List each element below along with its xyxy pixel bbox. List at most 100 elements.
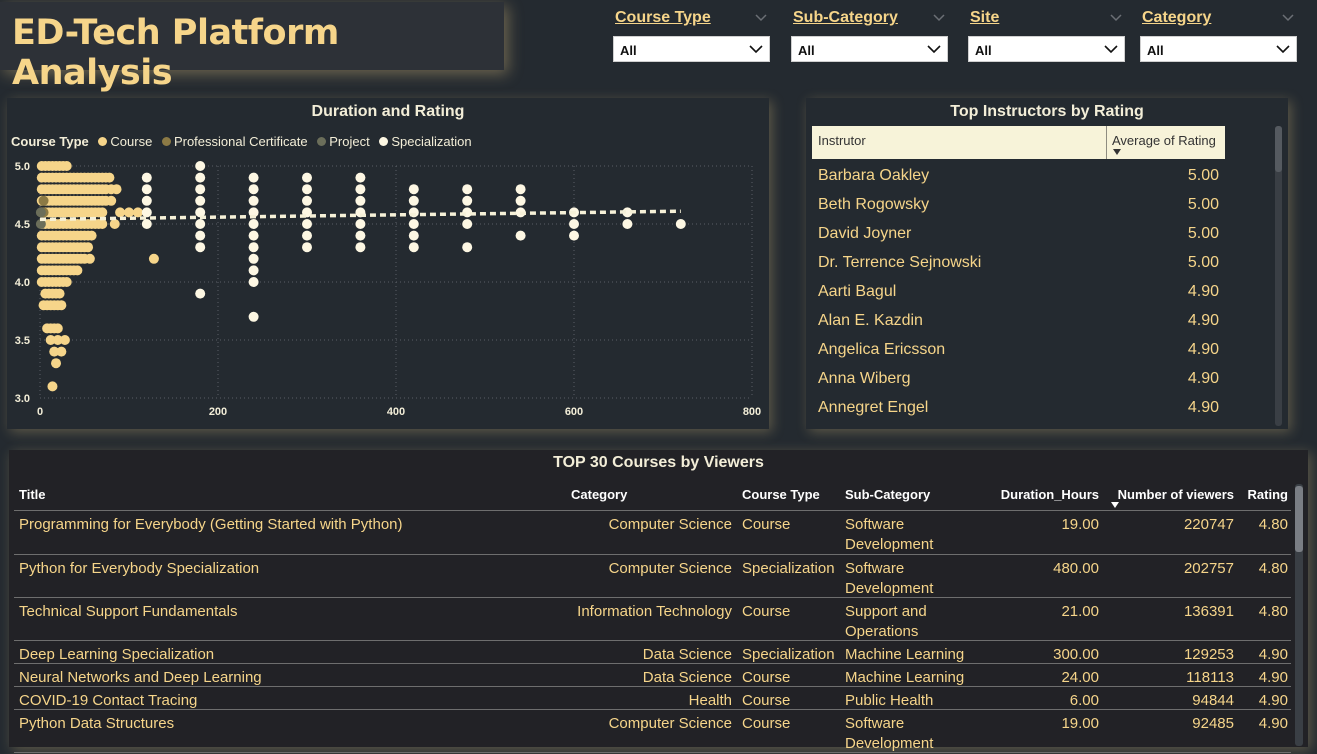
course-duration: 24.00: [1061, 669, 1099, 686]
table-row[interactable]: Beth Rogowsky 5.00: [812, 188, 1225, 217]
instructor-name: Beth Rogowsky: [818, 196, 930, 213]
data-point: [248, 311, 259, 322]
course-rating: 4.80: [1258, 516, 1288, 533]
instructor-name: Barbara Oakley: [818, 167, 930, 184]
course-duration: 19.00: [1061, 715, 1099, 732]
data-point: [195, 195, 206, 206]
data-point: [72, 265, 83, 276]
column-header-instructor[interactable]: Instrutor: [818, 133, 866, 148]
scrollbar-thumb[interactable]: [1275, 126, 1282, 172]
column-header-label: Average of Rating: [1112, 133, 1216, 148]
column-header-viewers[interactable]: Number of viewers: [1109, 487, 1234, 502]
data-point: [675, 219, 686, 229]
column-header-course-type[interactable]: Course Type: [742, 487, 820, 502]
course-viewers: 92485: [1192, 715, 1234, 732]
course-category: Computer Science: [608, 516, 732, 533]
data-point: [462, 195, 473, 206]
data-point: [47, 381, 58, 392]
instructor-rating: 5.00: [1187, 225, 1219, 242]
course-title: Python Data Structures: [19, 715, 175, 732]
course-category: Information Technology: [577, 603, 732, 620]
table-row[interactable]: Dr. Terrence Sejnowski 5.00: [812, 246, 1225, 275]
data-point: [248, 172, 259, 183]
table-row[interactable]: Aarti Bagul 4.90: [812, 275, 1225, 304]
table-row[interactable]: Deep Learning Specialization Data Science…: [14, 641, 1291, 664]
instructor-name: Aarti Bagul: [818, 283, 897, 300]
data-point: [35, 207, 46, 218]
data-point: [84, 253, 95, 264]
course-viewers: 94844: [1192, 692, 1234, 709]
course-sub-category: Software Development: [845, 715, 934, 752]
column-header-rating[interactable]: Average of Rating: [1106, 126, 1225, 159]
column-header-sub-category[interactable]: Sub-Category: [845, 487, 985, 502]
course-viewers: 220747: [1183, 516, 1234, 533]
course-category: Computer Science: [608, 560, 732, 577]
column-header-title[interactable]: Title: [19, 487, 46, 502]
table-header: Title Category Course Type Sub-Category …: [14, 480, 1291, 511]
data-point: [248, 184, 259, 195]
data-point: [97, 219, 108, 229]
table-row[interactable]: Programming for Everybody (Getting Start…: [14, 511, 1291, 555]
data-point: [141, 172, 152, 183]
instructor-rating: 5.00: [1187, 196, 1219, 213]
courses-table: Title Category Course Type Sub-Category …: [14, 480, 1291, 753]
table-row[interactable]: Neural Networks and Deep Learning Data Sc…: [14, 664, 1291, 687]
instructors-table: Instrutor Average of Rating Barbara Oakl…: [812, 126, 1225, 420]
data-point: [622, 219, 633, 229]
course-type: Course: [742, 715, 791, 732]
table-row[interactable]: Annegret Engel 4.90: [812, 391, 1225, 420]
column-header-duration[interactable]: Duration_Hours: [994, 487, 1099, 502]
course-rating: 4.90: [1258, 669, 1288, 686]
course-viewers: 136391: [1183, 603, 1234, 620]
table-row[interactable]: COVID-19 Contact Tracing Health Course Publ…: [14, 687, 1291, 710]
course-title: Technical Support Fundamentals: [19, 603, 238, 620]
table-row[interactable]: Python for Everybody Specialization Compu…: [14, 555, 1291, 598]
course-type: Specialization: [742, 646, 835, 663]
x-tick-label: 800: [743, 406, 761, 418]
data-point: [515, 195, 526, 206]
scrollbar-thumb[interactable]: [1295, 486, 1303, 552]
table-row[interactable]: Technical Support Fundamentals Informatio…: [14, 598, 1291, 641]
data-point: [54, 288, 65, 299]
course-rating: 4.90: [1258, 646, 1288, 663]
data-point: [97, 207, 108, 218]
data-point: [462, 242, 473, 253]
course-title: Programming for Everybody (Getting Start…: [19, 516, 403, 533]
course-duration: 19.00: [1061, 516, 1099, 533]
data-point: [462, 184, 473, 195]
table-row[interactable]: Barbara Oakley 5.00: [812, 159, 1225, 188]
data-point: [195, 242, 206, 253]
table-header: Instrutor Average of Rating: [812, 126, 1225, 159]
data-point: [51, 358, 62, 369]
x-tick-label: 400: [387, 406, 405, 418]
y-tick-label: 4.5: [15, 219, 30, 231]
instructor-name: Alan E. Kazdin: [818, 312, 923, 329]
table-row[interactable]: Anna Wiberg 4.90: [812, 362, 1225, 391]
course-duration: 480.00: [1053, 560, 1099, 577]
table-row[interactable]: Angelica Ericsson 4.90: [812, 333, 1225, 362]
data-point: [462, 219, 473, 229]
table-row[interactable]: David Joyner 5.00: [812, 217, 1225, 246]
data-point: [141, 184, 152, 195]
course-sub-category: Public Health: [845, 692, 934, 709]
data-point: [408, 195, 419, 206]
column-header-rating[interactable]: Rating: [1240, 487, 1288, 502]
data-point: [195, 219, 206, 229]
data-point: [302, 230, 312, 241]
data-point: [132, 207, 143, 218]
course-type: Course: [742, 692, 791, 709]
data-point: [355, 184, 366, 195]
course-type: Course: [742, 516, 791, 533]
x-tick-label: 200: [209, 406, 227, 418]
instructor-rating: 4.90: [1187, 399, 1219, 416]
instructor-rating: 5.00: [1187, 254, 1219, 271]
table-row[interactable]: Alan E. Kazdin 4.90: [812, 304, 1225, 333]
course-title: Python for Everybody Specialization: [19, 560, 260, 577]
data-point: [355, 172, 366, 183]
column-header-category[interactable]: Category: [571, 487, 627, 502]
data-point: [195, 161, 206, 171]
data-point: [355, 195, 366, 206]
data-point: [302, 172, 312, 183]
courses-title: TOP 30 Courses by Viewers: [553, 454, 764, 471]
course-rating: 4.80: [1258, 603, 1288, 620]
